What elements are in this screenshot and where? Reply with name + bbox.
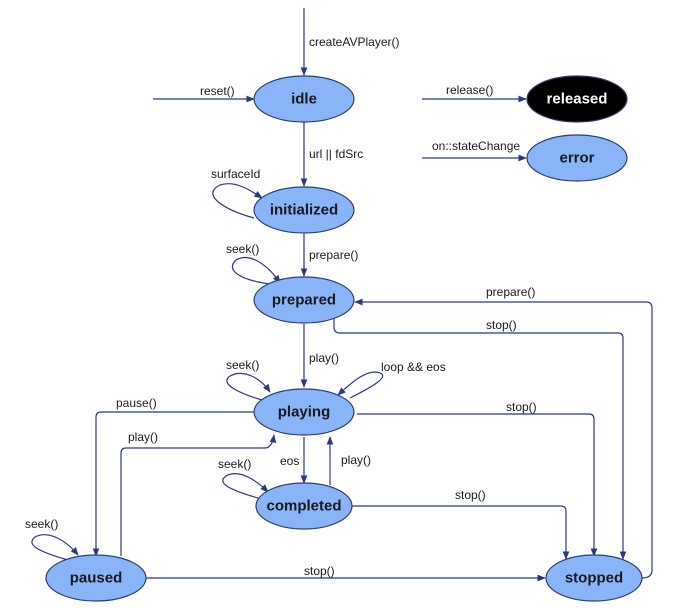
label-release: release() xyxy=(446,83,493,97)
state-playing: playing xyxy=(253,388,355,436)
label-playing-stop: stop() xyxy=(506,400,537,414)
state-idle: idle xyxy=(253,75,355,123)
state-diagram: createAVPlayer() reset() release() on::s… xyxy=(25,8,653,602)
state-error-label: error xyxy=(559,150,594,167)
state-stopped-label: stopped xyxy=(565,570,623,587)
label-paused-play: play() xyxy=(128,430,158,444)
state-idle-label: idle xyxy=(291,91,317,108)
label-prepared-stop: stop() xyxy=(486,318,517,332)
label-prepare: prepare() xyxy=(309,248,358,262)
state-released: released xyxy=(526,75,628,123)
label-prepared-play: play() xyxy=(309,351,339,365)
label-reset: reset() xyxy=(200,84,235,98)
label-error: on::stateChange xyxy=(432,139,520,153)
state-prepared-label: prepared xyxy=(272,292,336,309)
edge-pause xyxy=(92,411,254,557)
label-completed-seek: seek() xyxy=(218,457,251,471)
label-set-source: url || fdSrc xyxy=(309,147,363,161)
label-pause: pause() xyxy=(116,396,157,410)
label-stopped-prepare: prepare() xyxy=(486,285,535,299)
state-initialized-label: initialized xyxy=(270,202,338,219)
state-completed-label: completed xyxy=(266,498,341,515)
label-completed-play: play() xyxy=(341,453,371,467)
label-paused-stop: stop() xyxy=(304,564,335,578)
state-prepared: prepared xyxy=(253,276,355,324)
label-loop: loop && eos xyxy=(381,360,446,374)
edge-completed-seek-loop xyxy=(222,473,269,499)
label-eos: eos xyxy=(280,454,299,468)
edge-completed-stop xyxy=(352,505,570,560)
state-initialized: initialized xyxy=(253,186,355,234)
state-error: error xyxy=(526,134,628,182)
state-released-label: released xyxy=(547,91,608,108)
edge-prepared-seek-loop xyxy=(231,257,281,285)
state-playing-label: playing xyxy=(278,404,331,421)
state-completed: completed xyxy=(255,482,353,530)
label-paused-seek: seek() xyxy=(25,517,58,531)
edge-paused-seek-loop xyxy=(31,534,79,561)
edge-loop-eos xyxy=(337,371,384,399)
edge-stopped-prepare xyxy=(354,298,653,579)
edge-prepared-stop xyxy=(333,318,627,560)
label-completed-stop: stop() xyxy=(455,488,486,502)
edge-playing-stop xyxy=(357,413,598,557)
state-paused-label: paused xyxy=(70,570,123,587)
label-prepared-seek: seek() xyxy=(226,242,259,256)
label-surface: surfaceId xyxy=(211,167,260,181)
edge-playing-seek-loop xyxy=(226,372,271,401)
state-paused: paused xyxy=(45,554,147,602)
label-create: createAVPlayer() xyxy=(309,35,399,49)
state-stopped: stopped xyxy=(545,554,643,602)
label-playing-seek: seek() xyxy=(226,358,259,372)
